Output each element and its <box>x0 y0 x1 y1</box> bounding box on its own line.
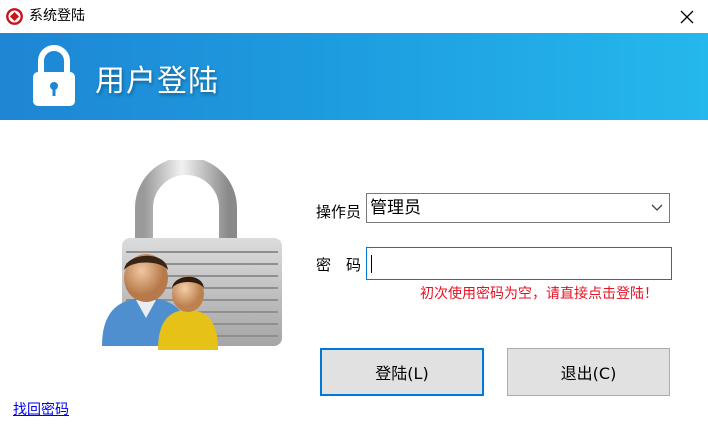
text-cursor <box>371 255 372 273</box>
close-icon <box>680 10 694 23</box>
login-button[interactable]: 登陆(L) <box>320 348 484 396</box>
password-hint: 初次使用密码为空，请直接点击登陆！ <box>420 286 658 302</box>
close-button[interactable] <box>666 0 708 33</box>
app-logo-icon <box>6 8 23 25</box>
banner-title: 用户登陆 <box>95 64 219 99</box>
padlock-icon <box>33 45 75 106</box>
chevron-down-icon <box>651 204 663 211</box>
password-field[interactable] <box>366 247 672 280</box>
password-label: 密 码 <box>316 256 362 274</box>
padlock-users-illustration <box>102 160 282 350</box>
header-banner: 用户登陆 <box>0 33 708 120</box>
window-title: 系统登陆 <box>29 8 85 24</box>
operator-label: 操作员 <box>316 203 362 221</box>
recover-password-link[interactable]: 找回密码 <box>13 401 69 419</box>
operator-select[interactable]: 管理员 <box>366 193 670 223</box>
exit-button[interactable]: 退出(C) <box>507 348 670 396</box>
operator-value: 管理员 <box>370 198 421 218</box>
title-bar: 系统登陆 <box>0 0 708 33</box>
